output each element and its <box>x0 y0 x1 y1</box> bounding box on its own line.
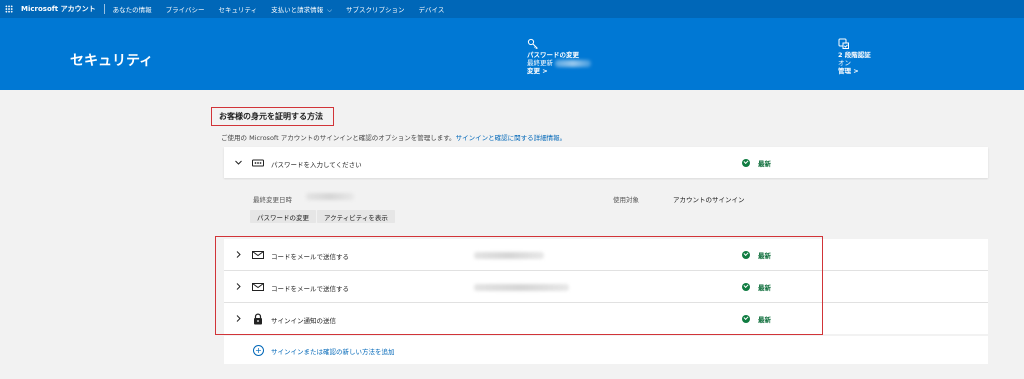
two-step-status: オン <box>838 59 851 67</box>
status-badge: 最新 <box>742 314 771 324</box>
section-description-text: ご使用の Microsoft アカウントのサインインと確認のオプションを管理しま… <box>221 134 456 142</box>
check-circle-icon <box>742 251 750 259</box>
add-method-row[interactable]: + サインインまたは確認の新しい方法を追加 <box>224 336 988 364</box>
view-activity-button[interactable]: アクティビティを表示 <box>317 210 395 223</box>
brand-label[interactable]: Microsoft アカウント <box>21 4 96 14</box>
check-circle-icon <box>742 283 750 291</box>
section-heading: お客様の身元を証明する方法 <box>211 107 334 126</box>
last-changed-label: 最終変更日時 <box>253 196 292 204</box>
password-change-block: パスワードの変更 最終更新 変更 > <box>527 38 592 75</box>
app-launcher-icon[interactable] <box>5 5 13 13</box>
status-text: 最新 <box>758 252 771 260</box>
add-method-label[interactable]: サインインまたは確認の新しい方法を追加 <box>271 346 395 356</box>
status-text: 最新 <box>758 316 771 324</box>
redacted-date <box>555 59 592 67</box>
redacted-email <box>474 252 544 259</box>
status-badge: 最新 <box>742 158 771 168</box>
nav-item-your-info[interactable]: あなたの情報 <box>113 4 152 14</box>
password-details-panel: 最終変更日時 使用対象 アカウントのサインイン パスワードの変更 アクティビティ… <box>224 180 988 234</box>
method-label: パスワードを入力してください <box>271 161 362 169</box>
nav-item-devices[interactable]: デバイス <box>419 4 445 14</box>
shield-check-icon <box>838 38 849 49</box>
usage-value: アカウントのサインイン <box>673 196 745 204</box>
password-change-title: パスワードの変更 <box>527 51 579 59</box>
top-nav-bar: Microsoft アカウント あなたの情報 プライバシー セキュリティ 支払い… <box>0 0 1024 18</box>
page-title: セキュリティ <box>70 53 154 69</box>
chevron-right-icon[interactable] <box>234 250 243 259</box>
two-step-manage-link[interactable]: 管理 > <box>838 67 871 75</box>
method-row-password[interactable]: パスワードを入力してください 最新 <box>224 147 988 178</box>
check-circle-icon <box>742 315 750 323</box>
password-last-updated: 最終更新 <box>527 59 592 67</box>
password-change-link[interactable]: 変更 > <box>527 67 591 75</box>
status-badge: 最新 <box>742 250 771 260</box>
password-dots-icon <box>252 159 264 167</box>
two-step-block: 2 段階認証 オン 管理 > <box>838 38 871 75</box>
method-row-email-2[interactable]: コードをメールで送信する 最新 <box>224 271 988 302</box>
key-icon <box>527 38 538 50</box>
chevron-down-icon[interactable] <box>234 158 243 167</box>
mail-icon <box>252 251 264 259</box>
method-label: コードをメールで送信する <box>271 285 349 293</box>
chevron-right-icon[interactable] <box>234 314 243 323</box>
two-step-title: 2 段階認証 <box>838 51 871 59</box>
nav-item-payment-label: 支払いと請求情報 <box>271 5 324 14</box>
password-last-updated-label: 最終更新 <box>527 59 553 67</box>
redacted-email <box>474 284 569 291</box>
nav-item-subscriptions[interactable]: サブスクリプション <box>346 4 405 14</box>
redacted-date <box>306 193 354 200</box>
lock-icon <box>254 313 262 325</box>
nav-divider <box>103 4 105 14</box>
nav-item-security[interactable]: セキュリティ <box>218 4 257 14</box>
method-row-notification[interactable]: サインイン通知の送信 最新 <box>224 303 988 334</box>
learn-more-link[interactable]: サインインと確認に関する詳細情報。 <box>456 134 567 142</box>
security-hero-banner: セキュリティ パスワードの変更 最終更新 変更 > 2 段階認証 オン 管理 > <box>0 18 1024 90</box>
usage-label: 使用対象 <box>613 196 639 204</box>
chevron-right-icon[interactable] <box>234 282 243 291</box>
nav-item-privacy[interactable]: プライバシー <box>166 4 205 14</box>
mail-icon <box>252 283 264 291</box>
method-row-email-1[interactable]: コードをメールで送信する 最新 <box>224 239 988 270</box>
nav-item-payment[interactable]: 支払いと請求情報 ⌵ <box>271 4 332 15</box>
section-heading-text: お客様の身元を証明する方法 <box>219 112 323 121</box>
status-text: 最新 <box>758 284 771 292</box>
check-circle-icon <box>742 159 750 167</box>
plus-circle-icon: + <box>253 345 264 356</box>
section-description: ご使用の Microsoft アカウントのサインインと確認のオプションを管理しま… <box>221 132 566 142</box>
method-label: コードをメールで送信する <box>271 253 349 261</box>
status-text: 最新 <box>758 160 771 168</box>
method-label: サインイン通知の送信 <box>271 317 336 325</box>
status-badge: 最新 <box>742 282 771 292</box>
change-password-button[interactable]: パスワードの変更 <box>250 210 316 223</box>
chevron-down-icon: ⌵ <box>327 5 333 14</box>
